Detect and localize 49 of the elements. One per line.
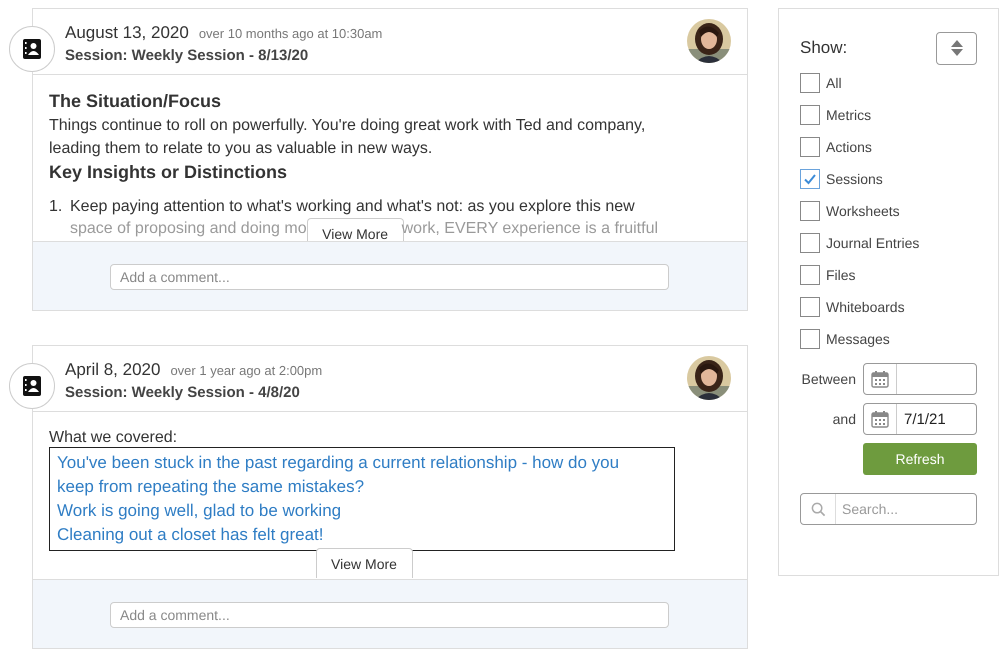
covered-item: You've been stuck in the past regarding a current relationship - how do you keep from repeating the same mistakes? bbox=[57, 452, 620, 498]
filter-checkbox[interactable] bbox=[800, 73, 820, 93]
filter-checkbox[interactable] bbox=[800, 105, 820, 125]
show-label: Show: bbox=[800, 38, 848, 58]
filter-checkbox[interactable] bbox=[800, 329, 820, 349]
filter-checkbox[interactable] bbox=[800, 137, 820, 157]
search-icon bbox=[810, 502, 826, 516]
end-date-field[interactable]: 7/1/21 bbox=[863, 403, 977, 435]
list-number: 1. bbox=[49, 197, 64, 217]
calendar-icon bbox=[871, 410, 889, 428]
filter-checkbox[interactable] bbox=[800, 265, 820, 285]
view-more-button[interactable]: View More bbox=[316, 548, 412, 578]
filter-label: Metrics bbox=[826, 107, 872, 123]
entry-title: Session: Weekly Session - 8/13/20 bbox=[65, 47, 310, 64]
filter-label: Actions bbox=[826, 139, 872, 155]
covered-item: Work is going well, glad to be working bbox=[57, 500, 342, 522]
between-label: Between bbox=[802, 371, 856, 387]
filter-label: Journal Entries bbox=[826, 235, 920, 251]
entry-time: over 1 year ago at 2:00pm bbox=[170, 363, 322, 378]
comment-field[interactable]: Add a comment... bbox=[110, 602, 669, 628]
filter-checkbox[interactable] bbox=[800, 233, 820, 253]
paragraph: Things continue to roll on powerfully. You're doing great work with Ted and company, leading them to relate to you as valuable in new ways. bbox=[49, 116, 646, 159]
faded-text: space of proposing and doing mo bbox=[70, 219, 307, 239]
filter-label: Messages bbox=[826, 331, 890, 347]
start-date-field[interactable] bbox=[863, 363, 977, 395]
check-icon bbox=[803, 172, 817, 186]
filter-label: Worksheets bbox=[826, 203, 900, 219]
filter-label: All bbox=[826, 75, 842, 91]
sort-button[interactable] bbox=[936, 32, 977, 64]
faded-text: work, EVERY experience is a fruitful bbox=[402, 219, 658, 239]
calendar-icon bbox=[871, 370, 889, 388]
entry-title: Session: Weekly Session - 4/8/20 bbox=[65, 384, 301, 401]
filter-label: Sessions bbox=[826, 171, 883, 187]
covered-label: What we covered: bbox=[49, 428, 178, 447]
entry-time: over 10 months ago at 10:30am bbox=[198, 26, 382, 41]
filter-checkbox[interactable] bbox=[800, 201, 820, 221]
entry-date: August 13, 2020 bbox=[65, 23, 189, 43]
filter-label: Files bbox=[826, 267, 856, 283]
covered-item: Cleaning out a closet has felt great! bbox=[57, 524, 324, 546]
comment-field[interactable]: Add a comment... bbox=[110, 264, 669, 290]
filter-checkbox[interactable] bbox=[800, 169, 820, 189]
section-heading: The Situation/Focus bbox=[49, 90, 222, 113]
sort-icon bbox=[950, 39, 964, 57]
and-label: and bbox=[832, 411, 856, 427]
list-item-text: Keep paying attention to what's working and what's not: as you explore this new bbox=[70, 197, 636, 217]
filter-label: Whiteboards bbox=[826, 299, 905, 315]
entry-date: April 8, 2020 bbox=[65, 360, 160, 380]
section-heading: Key Insights or Distinctions bbox=[49, 161, 288, 184]
filter-checkbox[interactable] bbox=[800, 297, 820, 317]
